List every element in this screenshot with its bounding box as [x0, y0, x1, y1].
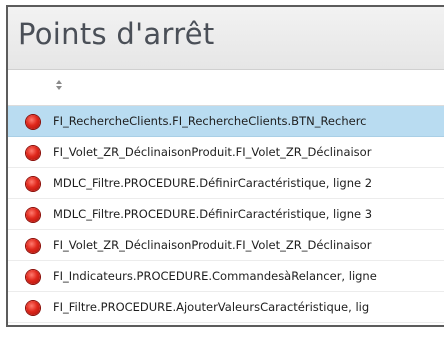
breakpoint-icon[interactable]: [26, 270, 40, 284]
breakpoint-label: FI_Volet_ZR_DéclinaisonProduit.FI_Volet_…: [53, 145, 372, 159]
breakpoint-icon[interactable]: [26, 239, 40, 253]
window-title: Points d'arrêt: [18, 17, 215, 51]
breakpoint-label: MDLC_Filtre.PROCEDURE.DéfinirCaractérist…: [53, 176, 373, 190]
title-bar: Points d'arrêt: [8, 7, 444, 70]
breakpoint-row[interactable]: FI_Filtre.PROCEDURE.AjouterValeursCaract…: [8, 292, 444, 323]
sort-updown-icon[interactable]: [55, 79, 63, 91]
breakpoint-row[interactable]: FI_Indicateurs.PROCEDURE.CommandesàRelan…: [8, 261, 444, 292]
breakpoint-label: FI_Volet_ZR_DéclinaisonProduit.FI_Volet_…: [53, 238, 372, 252]
breakpoint-list: FI_RechercheClients.FI_RechercheClients.…: [8, 106, 444, 323]
breakpoint-label: MDLC_Filtre.PROCEDURE.DéfinirCaractérist…: [53, 207, 373, 221]
breakpoint-row[interactable]: FI_Volet_ZR_DéclinaisonProduit.FI_Volet_…: [8, 230, 444, 261]
list-header[interactable]: [8, 70, 444, 106]
breakpoint-row[interactable]: FI_Volet_ZR_DéclinaisonProduit.FI_Volet_…: [8, 137, 444, 168]
breakpoint-row[interactable]: FI_RechercheClients.FI_RechercheClients.…: [8, 106, 444, 137]
breakpoint-label: FI_Filtre.PROCEDURE.AjouterValeursCaract…: [53, 300, 370, 314]
breakpoint-icon[interactable]: [26, 301, 40, 315]
breakpoint-label: FI_RechercheClients.FI_RechercheClients.…: [53, 114, 367, 128]
breakpoint-icon[interactable]: [26, 177, 40, 191]
breakpoint-icon[interactable]: [26, 115, 40, 129]
breakpoints-window: Points d'arrêt FI_RechercheClients.FI_Re…: [6, 5, 444, 327]
breakpoint-row[interactable]: MDLC_Filtre.PROCEDURE.DéfinirCaractérist…: [8, 199, 444, 230]
breakpoint-label: FI_Indicateurs.PROCEDURE.CommandesàRelan…: [53, 269, 377, 283]
breakpoint-icon[interactable]: [26, 208, 40, 222]
breakpoint-row[interactable]: MDLC_Filtre.PROCEDURE.DéfinirCaractérist…: [8, 168, 444, 199]
breakpoint-icon[interactable]: [26, 146, 40, 160]
